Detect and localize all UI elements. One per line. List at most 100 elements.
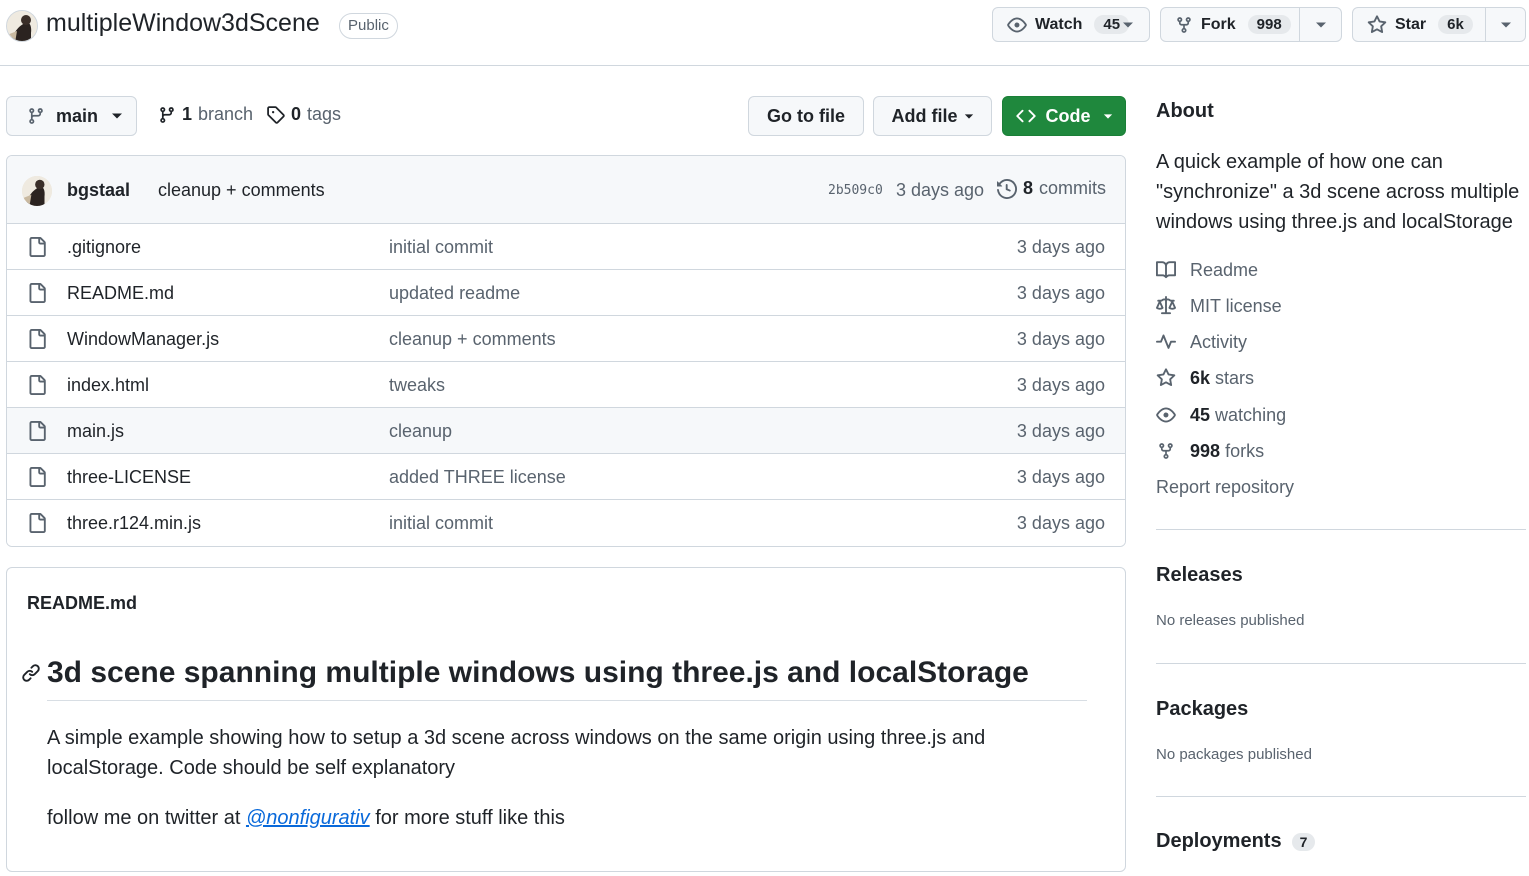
link-icon[interactable] [21, 663, 41, 683]
go-to-file-button[interactable]: Go to file [748, 96, 864, 136]
fork-dropdown-button[interactable] [1299, 8, 1341, 41]
star-icon [1367, 14, 1387, 35]
watch-dropdown-button[interactable] [1107, 8, 1149, 41]
watching-link[interactable]: 45 watching [1156, 403, 1286, 427]
about-title: About [1156, 100, 1214, 122]
watch-button[interactable]: Watch 45 [993, 8, 1130, 41]
file-icon [27, 282, 47, 304]
commit-message-link[interactable]: cleanup + comments [158, 180, 325, 201]
file-name-link[interactable]: three-LICENSE [67, 467, 191, 488]
visibility-badge: Public [339, 13, 398, 39]
file-row[interactable]: three.r124.min.js initial commit 3 days ag… [7, 500, 1125, 546]
git-branch-icon [158, 106, 176, 124]
file-name-link[interactable]: .gitignore [67, 237, 141, 258]
caret-down-icon [1122, 21, 1134, 29]
license-link[interactable]: MIT license [1156, 294, 1282, 318]
file-commit-message-link[interactable]: initial commit [389, 513, 493, 534]
law-icon [1156, 296, 1176, 316]
about-description: A quick example of how one can "synchron… [1156, 151, 1520, 233]
file-row[interactable]: .gitignore initial commit 3 days ago [7, 224, 1125, 270]
stars-link[interactable]: 6k stars [1156, 366, 1254, 390]
deployments-count: 7 [1291, 832, 1316, 851]
history-icon [997, 178, 1017, 199]
star-button-group: Star 6k [1352, 7, 1526, 42]
repo-name[interactable]: multipleWindow3dScene [46, 9, 320, 38]
file-commit-message-link[interactable]: cleanup [389, 421, 452, 442]
deployments-title[interactable]: Deployments 7 [1156, 830, 1316, 853]
file-row[interactable]: index.html tweaks 3 days ago [7, 362, 1125, 408]
file-commit-message-link[interactable]: added THREE license [389, 467, 566, 488]
readme-paragraph: A simple example showing how to setup a … [47, 727, 986, 779]
file-name-link[interactable]: WindowManager.js [67, 329, 219, 350]
commit-time: 3 days ago [896, 180, 985, 200]
commit-sha-link[interactable]: 2b509c0 [828, 183, 883, 198]
file-row[interactable]: README.md updated readme 3 days ago [7, 270, 1125, 316]
readme-tab[interactable]: README.md [27, 593, 137, 614]
repo-header: multipleWindow3dScene Public Watch 45 Fo… [0, 0, 1529, 66]
caret-down-icon [1103, 113, 1113, 120]
code-button[interactable]: Code [1002, 96, 1126, 136]
report-repository-link[interactable]: Report repository [1156, 475, 1294, 499]
tag-count-label: tags [307, 104, 342, 124]
commits-history-link[interactable]: 8 commits [997, 178, 1106, 199]
branches-link[interactable]: 1 branch [158, 104, 253, 125]
readme-link[interactable]: Readme [1156, 258, 1258, 282]
current-branch-label: main [56, 105, 99, 126]
tags-link[interactable]: 0 tags [266, 104, 341, 125]
fork-button[interactable]: Fork 998 [1161, 8, 1299, 41]
add-file-button[interactable]: Add file [873, 96, 992, 136]
owner-avatar[interactable] [6, 10, 38, 42]
commit-author-avatar[interactable] [22, 176, 52, 206]
forks-link[interactable]: 998 forks [1156, 439, 1264, 463]
star-button[interactable]: Star 6k [1353, 8, 1485, 41]
packages-title[interactable]: Packages [1156, 698, 1248, 721]
file-commit-message-link[interactable]: initial commit [389, 237, 493, 258]
license-link-label: MIT license [1190, 295, 1282, 316]
file-name-link[interactable]: README.md [67, 283, 174, 304]
activity-link-label: Activity [1190, 331, 1248, 352]
releases-title[interactable]: Releases [1156, 564, 1243, 587]
file-row[interactable]: main.js cleanup 3 days ago [7, 408, 1125, 454]
file-commit-time: 3 days ago [1016, 237, 1105, 257]
forks-count: 998 [1190, 440, 1221, 461]
file-name-link[interactable]: main.js [67, 421, 124, 442]
twitter-link[interactable]: @nonfigurativ [246, 807, 370, 829]
file-commit-message-link[interactable]: tweaks [389, 375, 445, 396]
star-dropdown-button[interactable] [1485, 8, 1525, 41]
git-branch-icon [27, 107, 45, 125]
sidebar-divider [1156, 663, 1526, 664]
twitter-text-before: follow me on twitter at [47, 807, 246, 829]
sidebar-divider [1156, 796, 1526, 797]
file-commit-message-link[interactable]: updated readme [389, 283, 520, 304]
file-row[interactable]: WindowManager.js cleanup + comments 3 days… [7, 316, 1125, 362]
readme-panel: README.md 3d scene spanning multiple win… [6, 567, 1126, 872]
file-name-link[interactable]: index.html [67, 375, 149, 396]
file-commit-time: 3 days ago [1016, 467, 1105, 487]
commit-author-link[interactable]: bgstaal [67, 180, 130, 201]
report-repository-label: Report repository [1156, 476, 1295, 497]
releases-title-label: Releases [1156, 564, 1243, 586]
file-row[interactable]: three-LICENSE added THREE license 3 days a… [7, 454, 1125, 500]
code-icon [1015, 106, 1036, 126]
go-to-file-label: Go to file [767, 105, 845, 126]
file-commit-message-link[interactable]: cleanup + comments [389, 329, 556, 350]
fork-count: 998 [1247, 15, 1291, 34]
repo-forked-icon [1156, 442, 1176, 460]
branch-count-value: 1 [182, 104, 193, 124]
fork-button-group: Fork 998 [1160, 7, 1342, 42]
add-file-label: Add file [891, 105, 958, 126]
file-commit-time: 3 days ago [1016, 283, 1105, 303]
activity-link[interactable]: Activity [1156, 330, 1247, 354]
branch-select-button[interactable]: main [6, 96, 137, 136]
file-name-link[interactable]: three.r124.min.js [67, 513, 201, 534]
file-icon [27, 374, 47, 396]
file-icon [27, 236, 47, 258]
sidebar-divider [1156, 529, 1526, 530]
watching-label: watching [1215, 404, 1287, 425]
twitter-text-after: for more stuff like this [369, 807, 565, 829]
caret-down-icon [1315, 21, 1327, 29]
star-label: Star [1395, 15, 1427, 33]
file-icon [27, 420, 47, 442]
stars-count: 6k [1190, 367, 1211, 388]
file-commit-time: 3 days ago [1016, 421, 1105, 441]
